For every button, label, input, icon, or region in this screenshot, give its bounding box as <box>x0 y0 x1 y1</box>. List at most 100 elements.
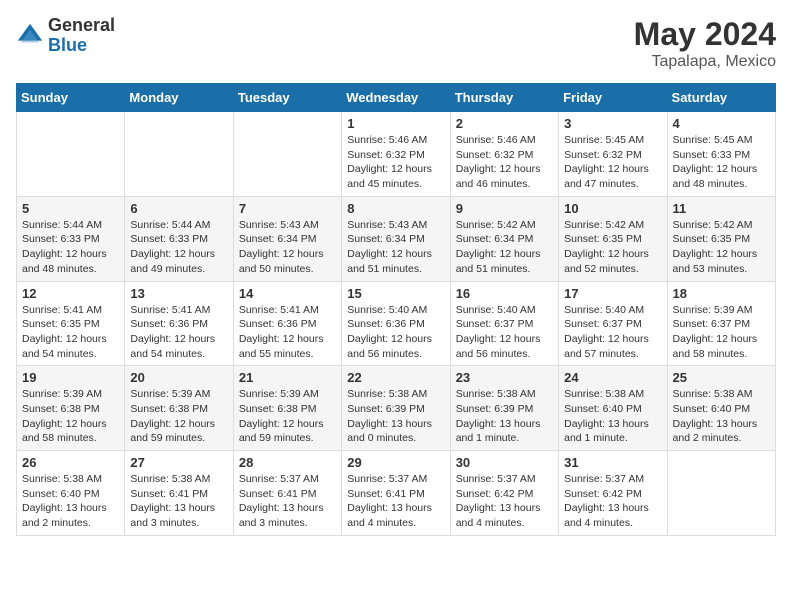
daylight-text: Daylight: 12 hours and 58 minutes. <box>673 333 758 360</box>
daylight-text: Daylight: 13 hours and 2 minutes. <box>673 418 758 445</box>
col-monday: Monday <box>125 84 233 112</box>
col-wednesday: Wednesday <box>342 84 450 112</box>
cell-content: Sunrise: 5:37 AMSunset: 6:42 PMDaylight:… <box>456 472 553 531</box>
cell-content: Sunrise: 5:38 AM Sunset: 6:39 PM Daylight:… <box>456 387 553 446</box>
day-number: 2 <box>456 116 553 131</box>
daylight-text: Daylight: 12 hours and 59 minutes. <box>130 418 215 445</box>
daylight-text: Daylight: 13 hours and 1 minute. <box>456 418 541 445</box>
cell-content: Sunrise: 5:42 AMSunset: 6:34 PMDaylight:… <box>456 218 553 277</box>
cell-content: Sunrise: 5:38 AMSunset: 6:41 PMDaylight:… <box>130 472 227 531</box>
sunrise-text: Sunrise: 5:38 AM <box>456 388 536 400</box>
sunset-text: Sunset: 6:36 PM <box>347 318 425 330</box>
daylight-text: Daylight: 12 hours and 50 minutes. <box>239 248 324 275</box>
cell-content: Sunrise: 5:37 AM Sunset: 6:42 PM Daylight:… <box>564 472 661 531</box>
day-number: 31 <box>564 455 661 470</box>
day-number: 18 <box>673 286 770 301</box>
sunrise-text: Sunrise: 5:37 AM <box>564 473 644 485</box>
cell-content: Sunrise: 5:38 AMSunset: 6:40 PMDaylight:… <box>22 472 119 531</box>
sunset-text: Sunset: 6:41 PM <box>130 488 208 500</box>
sunset-text: Sunset: 6:37 PM <box>673 318 751 330</box>
day-number: 15 <box>347 286 444 301</box>
calendar-cell: 3Sunrise: 5:45 AMSunset: 6:32 PMDaylight… <box>559 112 667 197</box>
logo: General Blue <box>16 16 115 56</box>
title-block: May 2024 Tapalapa, Mexico <box>634 16 776 71</box>
calendar-cell: 30 Sunrise: 5:37 AMSunset: 6:42 PMDayligh… <box>450 451 558 536</box>
day-number: 12 <box>22 286 119 301</box>
calendar-week-2: 12 Sunrise: 5:41 AMSunset: 6:35 PMDayligh… <box>17 281 776 366</box>
cell-content: Sunrise: 5:39 AMSunset: 6:38 PMDaylight:… <box>239 387 336 446</box>
sunset-text: Sunset: 6:32 PM <box>564 149 642 161</box>
cell-content: Sunrise: 5:43 AMSunset: 6:34 PMDaylight:… <box>239 218 336 277</box>
daylight-text: Daylight: 13 hours and 4 minutes. <box>564 502 649 529</box>
daylight-text: Daylight: 12 hours and 49 minutes. <box>130 248 215 275</box>
daylight-text: Daylight: 12 hours and 53 minutes. <box>673 248 758 275</box>
location: Tapalapa, Mexico <box>634 53 776 71</box>
page-header: General Blue May 2024 Tapalapa, Mexico <box>16 16 776 71</box>
sunrise-text: Sunrise: 5:40 AM <box>564 304 644 316</box>
sunset-text: Sunset: 6:38 PM <box>22 403 100 415</box>
sunset-text: Sunset: 6:34 PM <box>456 233 534 245</box>
sunset-text: Sunset: 6:42 PM <box>456 488 534 500</box>
sunrise-text: Sunrise: 5:39 AM <box>22 388 102 400</box>
calendar-cell: 6Sunrise: 5:44 AMSunset: 6:33 PMDaylight… <box>125 196 233 281</box>
daylight-text: Daylight: 13 hours and 4 minutes. <box>347 502 432 529</box>
sunset-text: Sunset: 6:36 PM <box>239 318 317 330</box>
cell-content: Sunrise: 5:46 AMSunset: 6:32 PMDaylight:… <box>456 133 553 192</box>
daylight-text: Daylight: 13 hours and 3 minutes. <box>239 502 324 529</box>
daylight-text: Daylight: 12 hours and 57 minutes. <box>564 333 649 360</box>
sunrise-text: Sunrise: 5:46 AM <box>347 134 427 146</box>
calendar-cell <box>125 112 233 197</box>
sunset-text: Sunset: 6:42 PM <box>564 488 642 500</box>
calendar-week-3: 19Sunrise: 5:39 AMSunset: 6:38 PMDayligh… <box>17 366 776 451</box>
sunset-text: Sunset: 6:38 PM <box>130 403 208 415</box>
cell-content: Sunrise: 5:42 AMSunset: 6:35 PMDaylight:… <box>564 218 661 277</box>
sunset-text: Sunset: 6:41 PM <box>347 488 425 500</box>
cell-content: Sunrise: 5:38 AMSunset: 6:40 PMDaylight:… <box>673 387 770 446</box>
day-number: 16 <box>456 286 553 301</box>
day-number: 8 <box>347 201 444 216</box>
day-number: 20 <box>130 370 227 385</box>
logo-blue: Blue <box>48 36 115 56</box>
calendar-cell: 27Sunrise: 5:38 AMSunset: 6:41 PMDayligh… <box>125 451 233 536</box>
sunrise-text: Sunrise: 5:44 AM <box>22 219 102 231</box>
calendar-cell: 7Sunrise: 5:43 AMSunset: 6:34 PMDaylight… <box>233 196 341 281</box>
day-number: 30 <box>456 455 553 470</box>
sunrise-text: Sunrise: 5:42 AM <box>564 219 644 231</box>
calendar-cell <box>17 112 125 197</box>
calendar-cell: 18 Sunrise: 5:39 AM Sunset: 6:37 PM Dayligh… <box>667 281 775 366</box>
calendar-cell: 12 Sunrise: 5:41 AMSunset: 6:35 PMDayligh… <box>17 281 125 366</box>
col-thursday: Thursday <box>450 84 558 112</box>
cell-content: Sunrise: 5:40 AMSunset: 6:37 PMDaylight:… <box>456 303 553 362</box>
sunset-text: Sunset: 6:37 PM <box>456 318 534 330</box>
cell-content: Sunrise: 5:41 AMSunset: 6:36 PMDaylight:… <box>239 303 336 362</box>
cell-content: Sunrise: 5:42 AMSunset: 6:35 PMDaylight:… <box>673 218 770 277</box>
calendar-cell: 28Sunrise: 5:37 AMSunset: 6:41 PMDayligh… <box>233 451 341 536</box>
calendar-cell: 31 Sunrise: 5:37 AM Sunset: 6:42 PM Dayligh… <box>559 451 667 536</box>
sunset-text: Sunset: 6:39 PM <box>456 403 534 415</box>
cell-content: Sunrise: 5:41 AMSunset: 6:35 PMDaylight:… <box>22 303 119 362</box>
cell-content: Sunrise: 5:44 AMSunset: 6:33 PMDaylight:… <box>130 218 227 277</box>
day-number: 3 <box>564 116 661 131</box>
calendar-table: Sunday Monday Tuesday Wednesday Thursday… <box>16 83 776 536</box>
sunrise-text: Sunrise: 5:38 AM <box>564 388 644 400</box>
cell-content: Sunrise: 5:43 AMSunset: 6:34 PMDaylight:… <box>347 218 444 277</box>
sunrise-text: Sunrise: 5:39 AM <box>673 304 753 316</box>
daylight-text: Daylight: 12 hours and 55 minutes. <box>239 333 324 360</box>
cell-content: Sunrise: 5:40 AMSunset: 6:37 PMDaylight:… <box>564 303 661 362</box>
daylight-text: Daylight: 12 hours and 51 minutes. <box>347 248 432 275</box>
daylight-text: Daylight: 12 hours and 59 minutes. <box>239 418 324 445</box>
calendar-cell: 10Sunrise: 5:42 AMSunset: 6:35 PMDayligh… <box>559 196 667 281</box>
daylight-text: Daylight: 12 hours and 45 minutes. <box>347 163 432 190</box>
calendar-cell: 26Sunrise: 5:38 AMSunset: 6:40 PMDayligh… <box>17 451 125 536</box>
calendar-cell: 11Sunrise: 5:42 AMSunset: 6:35 PMDayligh… <box>667 196 775 281</box>
daylight-text: Daylight: 13 hours and 4 minutes. <box>456 502 541 529</box>
sunrise-text: Sunrise: 5:37 AM <box>239 473 319 485</box>
daylight-text: Daylight: 12 hours and 48 minutes. <box>22 248 107 275</box>
calendar-cell: 15Sunrise: 5:40 AMSunset: 6:36 PMDayligh… <box>342 281 450 366</box>
daylight-text: Daylight: 13 hours and 0 minutes. <box>347 418 432 445</box>
sunset-text: Sunset: 6:39 PM <box>347 403 425 415</box>
calendar-cell: 4Sunrise: 5:45 AMSunset: 6:33 PMDaylight… <box>667 112 775 197</box>
daylight-text: Daylight: 12 hours and 47 minutes. <box>564 163 649 190</box>
sunrise-text: Sunrise: 5:45 AM <box>673 134 753 146</box>
calendar-cell <box>233 112 341 197</box>
